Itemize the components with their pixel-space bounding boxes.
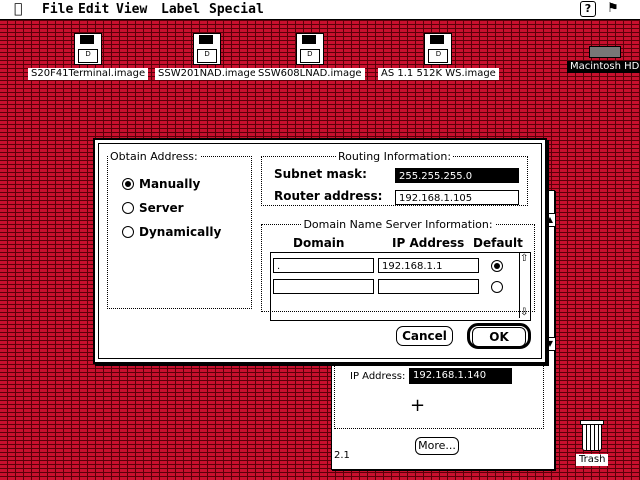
disk-image-icon: D	[74, 33, 103, 65]
desktop-icon-ssw608lnad[interactable]: D SSW608LNAD.image	[255, 33, 365, 80]
obtain-address-legend: Obtain Address:	[110, 150, 198, 163]
desktop-icon-label: Macintosh HD	[567, 61, 640, 73]
dns-domain-field[interactable]: .	[273, 258, 374, 273]
routing-group: Routing Information: Subnet mask: 255.25…	[261, 150, 528, 206]
dns-ip-field[interactable]	[378, 279, 479, 294]
router-address-field[interactable]: 192.168.1.105	[395, 190, 519, 205]
radio-button-icon[interactable]	[122, 226, 134, 238]
radio-label: Server	[139, 201, 184, 215]
dns-domain-field[interactable]	[273, 279, 374, 294]
radio-server[interactable]: Server	[122, 201, 184, 215]
ip-address-label: IP Address:	[350, 371, 406, 382]
radio-manually[interactable]: Manually	[122, 177, 200, 191]
menu-special[interactable]: Special	[209, 2, 264, 17]
desktop-icon-label: S20F41Terminal.image	[28, 68, 149, 80]
disk-image-icon: D	[424, 33, 453, 65]
application-menu-icon[interactable]: ⚑	[604, 1, 622, 17]
dns-group: Domain Name Server Information: Domain I…	[261, 218, 535, 321]
default-column-header: Default	[473, 236, 523, 250]
trash-icon	[580, 420, 605, 451]
cancel-button[interactable]: Cancel	[396, 326, 453, 346]
ip-address-field[interactable]: 192.168.1.140	[409, 368, 512, 384]
default-radio-icon[interactable]	[491, 260, 503, 272]
router-address-label: Router address:	[274, 189, 383, 203]
hard-drive-icon	[588, 46, 621, 58]
desktop-icon-ssw201nad[interactable]: D SSW201NAD.image	[155, 33, 260, 80]
desktop-icon-s20f41terminal[interactable]: D S20F41Terminal.image	[28, 33, 149, 80]
menu-label[interactable]: Label	[161, 2, 200, 17]
desktop-icon-label: SSW608LNAD.image	[255, 68, 365, 80]
crosshair-icon: +	[410, 395, 426, 416]
apple-menu-icon[interactable]: 	[14, 1, 22, 17]
more-button[interactable]: More...	[415, 437, 459, 455]
desktop-icon-hard-drive[interactable]: Macintosh HD	[567, 46, 640, 73]
menu-bar:  File Edit View Label Special ? ⚑	[0, 0, 640, 20]
dns-ip-field[interactable]: 192.168.1.1	[378, 258, 479, 273]
ip-column-header: IP Address	[392, 236, 465, 250]
radio-button-icon[interactable]	[122, 202, 134, 214]
subnet-mask-label: Subnet mask:	[274, 167, 367, 181]
domain-column-header: Domain	[293, 236, 345, 250]
scroll-up-icon[interactable]: ⇧	[520, 253, 528, 264]
dns-legend: Domain Name Server Information:	[303, 218, 493, 231]
scroll-down-icon[interactable]: ⇩	[520, 307, 528, 318]
ok-button[interactable]: OK	[472, 327, 526, 347]
radio-button-icon[interactable]	[122, 178, 134, 190]
default-radio-icon[interactable]	[491, 281, 503, 293]
routing-legend: Routing Information:	[337, 150, 452, 163]
desktop-icon-as-ws[interactable]: D AS 1.1 512K WS.image	[378, 33, 499, 80]
desktop-icon-label: SSW201NAD.image	[155, 68, 260, 80]
desktop-icon-label: AS 1.1 512K WS.image	[378, 68, 499, 80]
disk-image-icon: D	[295, 33, 324, 65]
radio-label: Manually	[139, 177, 201, 191]
dns-scrollbar[interactable]: ⇧ ⇩	[519, 253, 530, 318]
desktop-icon-trash[interactable]: Trash	[576, 420, 609, 466]
subnet-mask-field[interactable]: 255.255.255.0	[395, 168, 519, 183]
menu-view[interactable]: View	[116, 2, 147, 17]
disk-image-icon: D	[193, 33, 222, 65]
menu-edit[interactable]: Edit	[78, 2, 109, 17]
radio-label: Dynamically	[139, 225, 222, 239]
menu-file[interactable]: File	[42, 2, 73, 17]
dns-table: . 192.168.1.1 ⇧ ⇩	[270, 252, 531, 321]
radio-dynamically[interactable]: Dynamically	[122, 225, 221, 239]
version-label: 2.1	[334, 450, 350, 461]
help-menu-icon[interactable]: ?	[580, 1, 596, 17]
desktop-icon-label: Trash	[576, 454, 609, 466]
dialog-window: Obtain Address: Manually Server Dynamica…	[93, 138, 547, 364]
obtain-address-group: Obtain Address: Manually Server Dynamica…	[107, 150, 252, 309]
